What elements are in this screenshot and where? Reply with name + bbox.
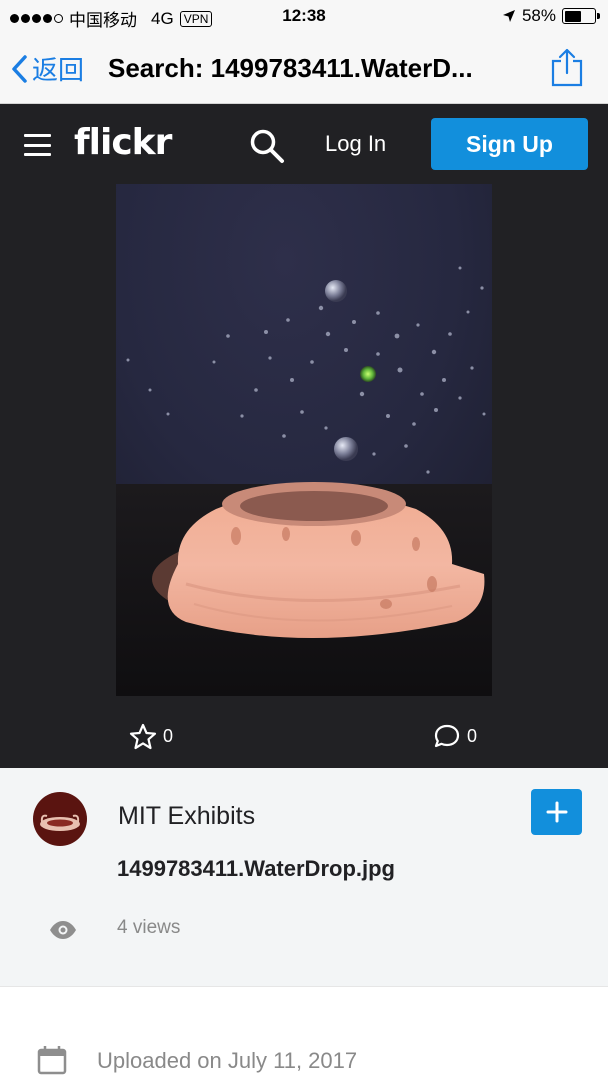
owner-name[interactable]: MIT Exhibits — [118, 802, 255, 831]
share-icon — [551, 48, 583, 87]
share-button[interactable] — [550, 47, 584, 92]
chevron-left-icon — [12, 54, 27, 83]
favorite-count: 0 — [163, 726, 174, 746]
page-title: Search: 1499783411.WaterD... — [108, 53, 473, 83]
navigation-bar: 返回 Search: 1499783411.WaterD... — [0, 34, 608, 104]
back-button[interactable]: 返回 — [10, 50, 84, 87]
divider — [0, 986, 608, 987]
photo-image[interactable] — [116, 184, 492, 696]
eye-icon — [49, 920, 77, 945]
plus-icon — [546, 801, 567, 823]
calendar-icon — [37, 1045, 67, 1080]
status-bar: 中国移动 4G VPN 12:38 58% — [0, 0, 608, 34]
search-icon — [250, 129, 284, 163]
login-link[interactable]: Log In — [325, 131, 386, 157]
owner-avatar[interactable] — [33, 792, 87, 846]
signup-button[interactable]: Sign Up — [431, 118, 588, 170]
battery-percent: 58% — [521, 6, 556, 25]
comment-icon — [434, 724, 460, 748]
view-count: 4 views — [117, 917, 181, 938]
favorite-button[interactable]: 0 — [129, 723, 173, 750]
photo-area: 0 0 — [0, 184, 608, 768]
follow-add-button[interactable] — [531, 789, 582, 835]
photo-actions: 0 0 — [0, 718, 608, 752]
back-label: 返回 — [32, 55, 85, 85]
menu-icon[interactable] — [24, 134, 51, 156]
comment-count: 0 — [467, 726, 478, 746]
flickr-logo[interactable]: flickr — [74, 122, 172, 163]
upload-date: Uploaded on July 11, 2017 — [97, 1048, 358, 1073]
search-button[interactable] — [249, 128, 285, 169]
comments-button[interactable]: 0 — [433, 723, 477, 750]
avatar-image — [33, 792, 87, 846]
flickr-header: flickr Log In Sign Up — [0, 104, 608, 184]
photo-title: 1499783411.WaterDrop.jpg — [117, 856, 395, 881]
water-drop-photo — [116, 184, 492, 696]
photo-info: MIT Exhibits 1499783411.WaterDrop.jpg 4 … — [0, 768, 608, 986]
battery-icon — [562, 8, 600, 24]
location-arrow-icon — [502, 10, 515, 22]
star-icon — [129, 723, 157, 750]
